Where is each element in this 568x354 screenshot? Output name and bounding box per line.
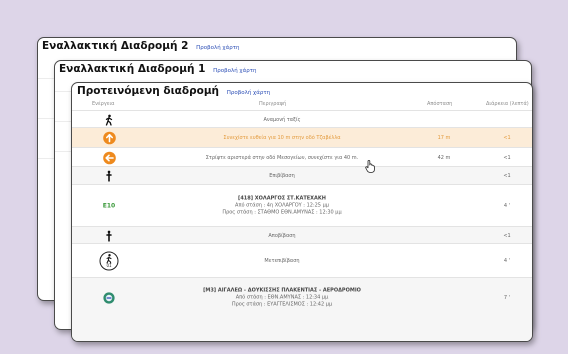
map-link[interactable]: Προβολή χάρτη <box>196 45 239 51</box>
line-title: [418] ΧΟΛΑΡΓΟΣ ΣΤ.ΚΑΤΕΧΑΚΗ <box>238 195 326 202</box>
to-stop: Προς στάση : ΣΤΑΘΜΟ ΕΘΝ.ΑΜΥΝΑΣ : 12:30 μ… <box>222 209 342 216</box>
transfer-number: 01 <box>106 263 112 268</box>
map-link[interactable]: Προβολή χάρτη <box>227 90 270 96</box>
table-header: Ενέργεια Περιγραφή Απόσταση Διάρκεια (λε… <box>72 98 532 109</box>
card-title: Εναλλακτική Διαδρομή 1 Προβολή χάρτη <box>59 63 257 75</box>
row-description: Αναμονή ταξίς <box>263 116 301 123</box>
person-standing-icon <box>98 230 120 241</box>
row-distance: 42 m <box>437 154 451 161</box>
map-link[interactable]: Προβολή χάρτη <box>213 68 256 74</box>
row-duration: 4 ' <box>503 203 511 209</box>
route-title: Προτεινόμενη διαδρομή <box>77 85 220 97</box>
row-duration: <1 <box>503 232 511 239</box>
table-row[interactable]: Αναμονή ταξίς <box>72 110 532 128</box>
row-duration: 7 ' <box>503 295 511 301</box>
hand-cursor-icon <box>365 158 375 177</box>
header-duration: Διάρκεια (λεπτά) <box>486 101 529 107</box>
header-description: Περιγραφή <box>259 101 287 107</box>
header-type: Ενέργεια <box>92 101 115 107</box>
metro-icon <box>98 292 120 304</box>
row-description: Μετεπιβίβαση <box>264 258 300 264</box>
bus-line-code: E10 <box>102 202 116 210</box>
row-duration: 4 ' <box>503 258 511 264</box>
from-stop: Από στάση : 4η ΧΟΛΑΡΓΟΥ : 12:25 μμ <box>235 202 329 209</box>
row-description: Αποβίβαση <box>268 232 296 239</box>
card-title: Εναλλακτική Διαδρομή 2 Προβολή χάρτη <box>42 40 240 52</box>
table-row[interactable]: [Μ3] ΑΙΓΑΛΕΩ - ΔΟΥΚΙΣΣΗΣ ΠΛΑΚΕΝΤΙΑΣ - ΑΕ… <box>72 277 532 341</box>
table-row[interactable]: Αποβίβαση <1 <box>72 226 532 244</box>
table-row[interactable]: Στρίψτε αριστερά στην οδό Μεσογείων, συν… <box>72 147 532 167</box>
row-distance: 17 m <box>437 135 451 141</box>
table-row[interactable]: Επιβίβαση <1 <box>72 166 532 185</box>
table-row[interactable]: Συνεχίστε ευθεία για 10 m στην οδό Τζαβέ… <box>72 127 532 148</box>
to-stop: Προς στάση : ΕΥΑΓΓΕΛΙΣΜΟΣ : 12:42 μμ <box>231 301 333 308</box>
row-description: Συνεχίστε ευθεία για 10 m στην οδό Τζαβέ… <box>223 135 341 141</box>
from-stop: Από στάση : ΕΘΝ.ΑΜΥΝΑΣ : 12:34 μμ <box>235 294 329 301</box>
row-duration: <1 <box>503 154 511 161</box>
row-description: [Μ3] ΑΙΓΑΛΕΩ - ΔΟΥΚΙΣΣΗΣ ΠΛΑΚΕΝΤΙΑΣ - ΑΕ… <box>152 288 412 309</box>
proposed-route-card[interactable]: Προτεινόμενη διαδρομή Προβολή χάρτη Ενέρ… <box>71 82 533 342</box>
table-row[interactable]: 01 Μετεπιβίβαση 4 ' <box>72 243 532 278</box>
walking-person-icon <box>98 114 120 125</box>
straight-arrow-icon <box>98 131 120 145</box>
row-duration: <1 <box>503 173 511 179</box>
table-row[interactable]: E10 [418] ΧΟΛΑΡΓΟΣ ΣΤ.ΚΑΤΕΧΑΚΗ Από στάση… <box>72 184 532 227</box>
line-title: [Μ3] ΑΙΓΑΛΕΩ - ΔΟΥΚΙΣΣΗΣ ΠΛΑΚΕΝΤΙΑΣ - ΑΕ… <box>203 287 361 294</box>
route-title: Εναλλακτική Διαδρομή 1 <box>59 63 206 75</box>
transfer-walk-icon: 01 <box>98 251 120 271</box>
left-arrow-icon <box>98 151 120 164</box>
person-standing-icon <box>98 170 120 182</box>
bus-line-icon: E10 <box>98 203 120 210</box>
row-duration: <1 <box>503 135 511 141</box>
card-title: Προτεινόμενη διαδρομή Προβολή χάρτη <box>77 85 270 97</box>
route-title: Εναλλακτική Διαδρομή 2 <box>42 40 189 52</box>
row-description: [418] ΧΟΛΑΡΓΟΣ ΣΤ.ΚΑΤΕΧΑΚΗ Από στάση : 4… <box>152 196 412 217</box>
header-distance: Απόσταση <box>427 101 453 107</box>
